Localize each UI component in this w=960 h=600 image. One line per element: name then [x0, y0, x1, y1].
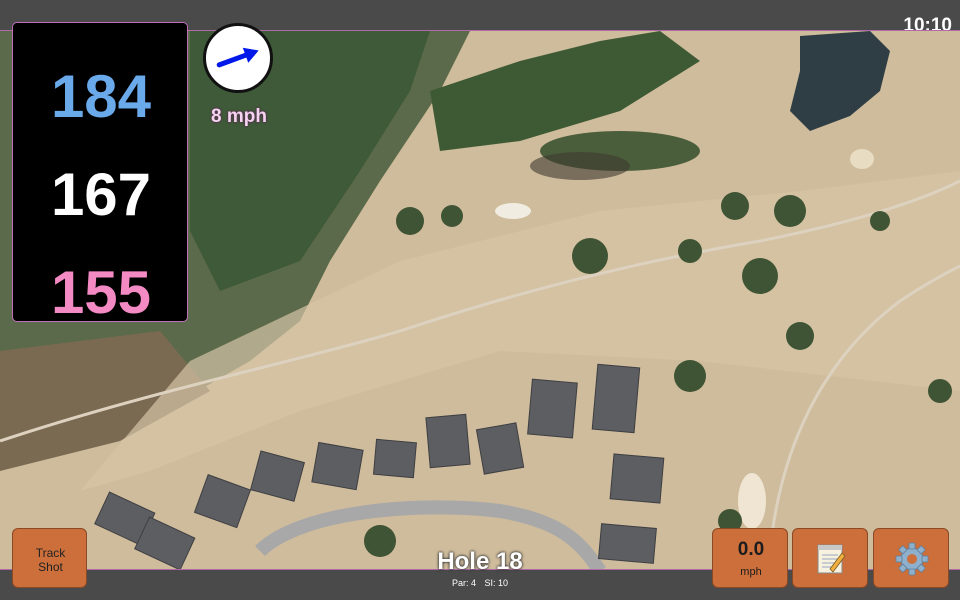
- distance-front: 155: [50, 259, 152, 326]
- track-shot-label-line2: Shot: [38, 560, 63, 574]
- settings-button[interactable]: [873, 528, 949, 588]
- wind-direction-dial: [203, 23, 273, 93]
- track-shot-button[interactable]: Track Shot: [12, 528, 87, 588]
- notepad-icon: [817, 544, 846, 574]
- speed-button[interactable]: 0.0 mph: [712, 528, 788, 588]
- distance-panel: 184 167 155: [12, 22, 188, 326]
- wind-speed: 8 mph: [211, 106, 267, 127]
- hole-par: Par: 4: [451, 578, 476, 588]
- speed-value: 0.0: [737, 539, 765, 560]
- gear-icon: [895, 542, 929, 576]
- distance-back: 184: [50, 63, 152, 130]
- hole-info: Par: 4 SI: 10: [380, 578, 580, 588]
- wind-arrow-icon: [216, 47, 259, 68]
- speed-unit: mph: [740, 566, 762, 578]
- distance-middle: 167: [50, 161, 152, 228]
- hole-stroke-index: SI: 10: [484, 578, 509, 588]
- hole-title: Hole 18: [437, 548, 523, 575]
- notes-button[interactable]: [792, 528, 868, 588]
- track-shot-label-line1: Track: [35, 546, 66, 560]
